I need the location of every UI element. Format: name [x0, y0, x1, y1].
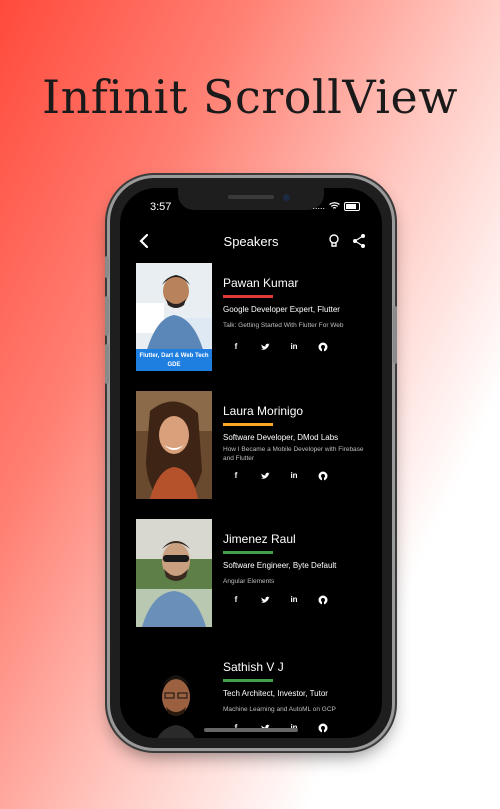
twitter-icon[interactable]	[260, 471, 270, 481]
speaker-talk: Angular Elements	[223, 578, 275, 585]
social-links: f in	[231, 342, 328, 352]
speaker-photo	[136, 647, 212, 738]
front-camera	[283, 194, 290, 201]
speaker-role: Google Developer Expert, Flutter	[223, 305, 340, 314]
status-time: 3:57	[150, 201, 172, 213]
facebook-icon[interactable]: f	[231, 595, 241, 605]
signal-dots: .....	[312, 201, 325, 211]
accent-bar	[223, 295, 273, 298]
speaker-name: Sathish V J	[223, 660, 284, 674]
github-icon[interactable]	[318, 723, 328, 733]
power-button	[393, 306, 397, 364]
earpiece	[228, 195, 274, 199]
page-headline: Infinit ScrollView	[41, 70, 459, 124]
volume-down-button	[105, 344, 109, 384]
speaker-card[interactable]: Jimenez Raul Software Engineer, Byte Def…	[136, 519, 376, 629]
linkedin-icon[interactable]: in	[289, 595, 299, 605]
speaker-card[interactable]: Laura Morinigo Software Developer, DMod …	[136, 391, 376, 501]
twitter-icon[interactable]	[260, 595, 270, 605]
linkedin-icon[interactable]: in	[289, 471, 299, 481]
github-icon[interactable]	[318, 471, 328, 481]
speaker-talk: Talk: Getting Started With Flutter For W…	[223, 322, 344, 329]
app-bar: Speakers	[120, 226, 382, 256]
speaker-name: Jimenez Raul	[223, 532, 296, 546]
github-icon[interactable]	[318, 342, 328, 352]
speaker-name: Laura Morinigo	[223, 404, 304, 418]
notch	[178, 188, 324, 210]
speaker-talk: How I Became a Mobile Developer with Fir…	[223, 446, 364, 462]
facebook-icon[interactable]: f	[231, 342, 241, 352]
speaker-photo	[136, 391, 212, 499]
speaker-photo	[136, 519, 212, 627]
lightbulb-icon[interactable]	[325, 232, 343, 250]
speaker-photo-badge: Flutter, Dart & Web Tech GDE	[136, 349, 212, 371]
speaker-role: Software Engineer, Byte Default	[223, 561, 337, 570]
twitter-icon[interactable]	[260, 342, 270, 352]
social-links: f in	[231, 595, 328, 605]
speaker-role: Tech Architect, Investor, Tutor	[223, 689, 328, 698]
volume-up-button	[105, 296, 109, 336]
speaker-role: Software Developer, DMod Labs	[223, 433, 339, 442]
linkedin-icon[interactable]: in	[289, 342, 299, 352]
battery-icon	[344, 201, 360, 211]
speaker-card[interactable]: Flutter, Dart & Web Tech GDE Pawan Kumar…	[136, 263, 376, 373]
share-icon[interactable]	[350, 232, 368, 250]
speaker-talk: Machine Learning and AutoML on GCP	[223, 706, 336, 713]
status-icons: .....	[312, 201, 360, 211]
facebook-icon[interactable]: f	[231, 471, 241, 481]
speaker-photo: Flutter, Dart & Web Tech GDE	[136, 263, 212, 371]
wifi-icon	[329, 202, 340, 209]
mute-switch	[105, 256, 109, 278]
speaker-card[interactable]: Sathish V J Tech Architect, Investor, Tu…	[136, 647, 376, 738]
social-links: f in	[231, 471, 328, 481]
speaker-name: Pawan Kumar	[223, 276, 299, 290]
app-screen: 3:57 ..... Speakers Flutter, Dart & Web …	[120, 188, 382, 738]
accent-bar	[223, 423, 273, 426]
home-indicator[interactable]	[204, 728, 298, 732]
accent-bar	[223, 551, 273, 554]
github-icon[interactable]	[318, 595, 328, 605]
phone-frame: 3:57 ..... Speakers Flutter, Dart & Web …	[105, 178, 397, 748]
accent-bar	[223, 679, 273, 682]
